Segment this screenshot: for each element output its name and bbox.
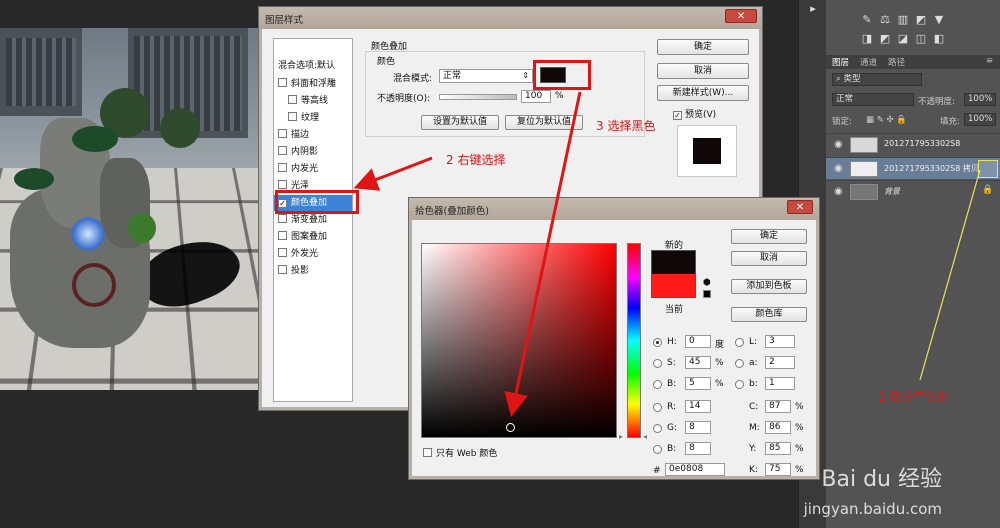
arrow-to-black-color — [504, 91, 582, 417]
watermark-url: jingyan.baidu.com — [803, 500, 942, 518]
watermark-brand: Bai du 经验 — [821, 467, 942, 492]
arrow-to-color-overlay — [353, 156, 433, 191]
annotation-arrows — [353, 91, 582, 417]
